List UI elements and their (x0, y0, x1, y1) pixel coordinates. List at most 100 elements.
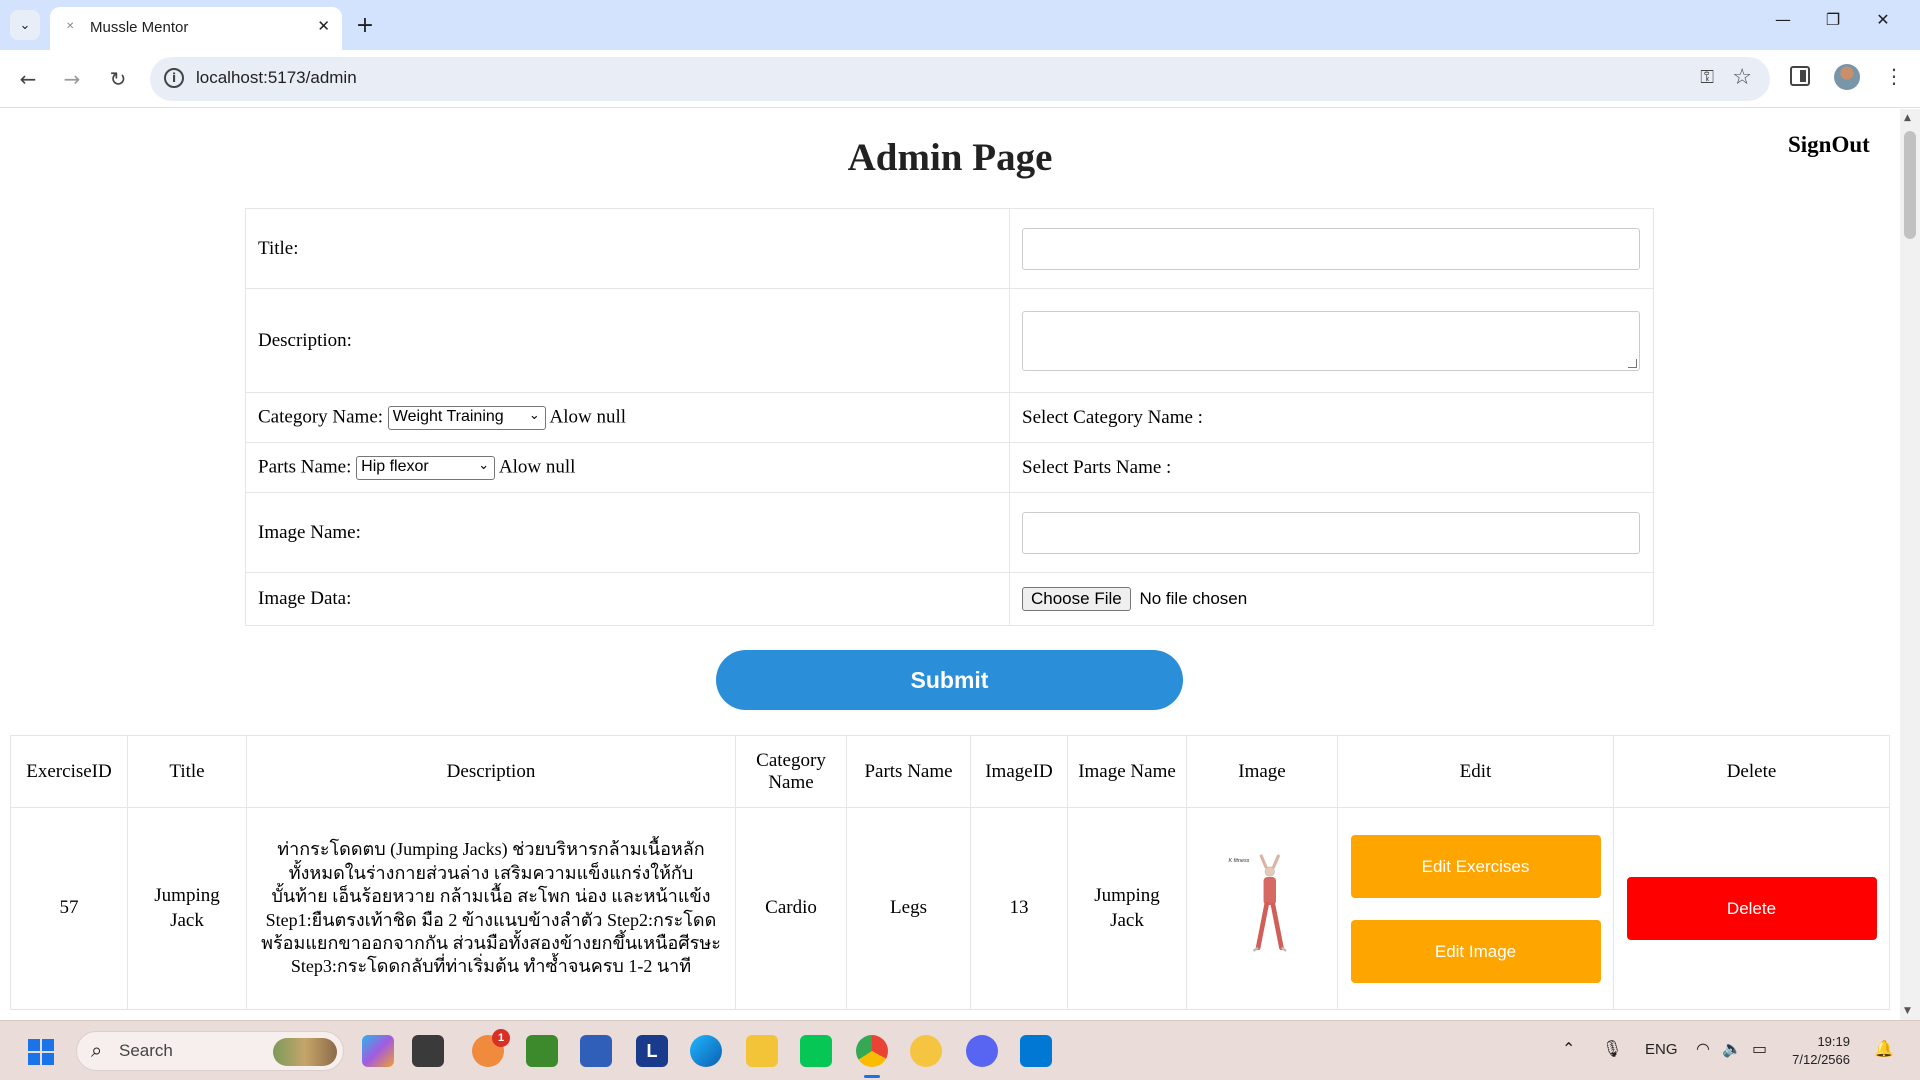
reload-icon[interactable]: ↻ (104, 65, 132, 93)
taskbar: ⌕ Search 1 L ⌃ 🎙 ENG ◠ 🔈 ▭ 19:19 7/12/25… (0, 1020, 1920, 1080)
battery-icon[interactable]: ▭ (1752, 1039, 1767, 1058)
pdf-app-icon[interactable] (910, 1035, 942, 1067)
file-explorer-icon[interactable] (746, 1035, 778, 1067)
microphone-icon[interactable]: 🎙 (1602, 1039, 1622, 1058)
parts-select[interactable]: Hip flexor ⌄ (356, 455, 496, 480)
chevron-down-icon: ⌄ (478, 457, 490, 473)
chrome-icon[interactable] (856, 1035, 888, 1067)
task-view-icon[interactable] (412, 1035, 444, 1067)
side-panel-icon[interactable] (1790, 66, 1810, 86)
category-select[interactable]: Weight Training ⌄ (387, 405, 546, 430)
forward-icon[interactable]: → (58, 65, 86, 93)
page-title: Admin Page (847, 136, 1053, 179)
cell-title: Jumping Jack (127, 807, 247, 1010)
vscode-icon[interactable] (1020, 1035, 1052, 1067)
choose-file-button[interactable]: Choose File (1022, 587, 1131, 611)
line-icon[interactable] (800, 1035, 832, 1067)
minimize-icon[interactable]: — (1768, 10, 1798, 29)
chevron-down-icon: ⌄ (528, 407, 540, 423)
window-close-icon[interactable]: ✕ (1868, 10, 1898, 29)
language-indicator[interactable]: ENG (1645, 1041, 1678, 1058)
title-input[interactable] (1022, 227, 1640, 270)
image-name-input[interactable] (1022, 511, 1640, 554)
wifi-icon[interactable]: ◠ (1696, 1039, 1710, 1058)
volume-icon[interactable]: 🔈 (1722, 1039, 1742, 1058)
tab-title: Mussle Mentor (90, 19, 189, 36)
parts-selected-value: Hip flexor (361, 457, 429, 475)
search-icon: ⌕ (91, 1038, 103, 1062)
header-category-name: Category Name (735, 735, 847, 808)
discord-icon[interactable] (966, 1035, 998, 1067)
chevron-down-icon: ⌄ (19, 17, 31, 33)
category-selected-value: Weight Training (392, 407, 504, 425)
password-key-icon[interactable]: ⚿ (1700, 67, 1714, 88)
l-app-icon[interactable]: L (636, 1035, 668, 1067)
edge-icon[interactable] (690, 1035, 722, 1067)
scrollbar-thumb[interactable] (1904, 131, 1916, 239)
description-label: Description: (245, 288, 1010, 393)
clock[interactable]: 19:19 7/12/2566 (1780, 1033, 1850, 1069)
scroll-down-icon[interactable]: ▼ (1904, 1006, 1911, 1016)
tray-chevron-up-icon[interactable]: ⌃ (1562, 1039, 1575, 1058)
close-tab-icon[interactable]: ✕ (317, 17, 330, 35)
minecraft-icon[interactable] (526, 1035, 558, 1067)
notification-badge: 1 (492, 1029, 510, 1047)
header-description: Description (246, 735, 736, 808)
address-bar[interactable]: i localhost:5173/admin ⚿ ☆ (150, 57, 1770, 101)
search-highlight-image (273, 1038, 337, 1066)
menu-dots-icon[interactable]: ⋮ (1884, 64, 1904, 88)
back-icon[interactable]: ← (14, 65, 42, 93)
edit-exercises-button[interactable]: Edit Exercises (1350, 834, 1601, 898)
image-name-label: Image Name: (245, 492, 1010, 573)
windows-start-icon[interactable] (28, 1039, 54, 1065)
page-scrollbar[interactable]: ▲ ▼ (1900, 109, 1920, 1020)
image-logo: K fitness (1229, 858, 1250, 864)
parts-allow-null: Alow null (498, 455, 576, 477)
clock-time: 19:19 (1817, 1034, 1850, 1049)
cell-parts-name: Legs (846, 807, 971, 1010)
edit-image-button[interactable]: Edit Image (1350, 919, 1601, 983)
exercise-table: ExerciseID Title Description Category Na… (10, 735, 1890, 1010)
header-image-id: ImageID (970, 735, 1068, 808)
cell-image-name: Jumping Jack (1067, 807, 1187, 1010)
browser-toolbar: ← → ↻ i localhost:5173/admin ⚿ ☆ ⋮ (0, 50, 1920, 108)
bookmark-star-icon[interactable]: ☆ (1732, 65, 1752, 90)
category-label: Category Name: (258, 405, 384, 427)
select-parts-text: Select Parts Name : (1009, 442, 1654, 493)
exercise-form: Title: Description: Category Name: Weigh… (245, 208, 1654, 626)
header-title: Title (127, 735, 247, 808)
header-edit: Edit (1337, 735, 1614, 808)
browser-tab[interactable]: ✕ Mussle Mentor ✕ (50, 7, 342, 50)
header-parts-name: Parts Name (846, 735, 971, 808)
tab-search-button[interactable]: ⌄ (10, 10, 40, 40)
cell-exercise-id: 57 (10, 807, 128, 1010)
cell-edit: Edit Exercises Edit Image (1337, 807, 1614, 1010)
store-icon[interactable] (580, 1035, 612, 1067)
cell-description: ท่ากระโดดตบ (Jumping Jacks) ช่วยบริหารกล… (246, 807, 736, 1010)
header-exercise-id: ExerciseID (10, 735, 128, 808)
header-delete: Delete (1613, 735, 1890, 808)
site-info-icon[interactable]: i (164, 68, 184, 88)
category-row: Category Name: Weight Training ⌄ Alow nu… (245, 392, 1010, 443)
no-file-text: No file chosen (1139, 589, 1248, 608)
restore-icon[interactable]: ❐ (1818, 10, 1848, 29)
category-allow-null: Alow null (549, 405, 627, 427)
table-row: 57 Jumping Jack ท่ากระโดดตบ (Jumping Jac… (10, 807, 1890, 1010)
scroll-up-icon[interactable]: ▲ (1904, 113, 1911, 123)
signout-link[interactable]: SignOut (1788, 132, 1870, 158)
delete-button[interactable]: Delete (1626, 877, 1877, 940)
parts-row: Parts Name: Hip flexor ⌄ Alow null (245, 442, 1010, 493)
app-notification-icon[interactable]: 1 (472, 1029, 510, 1067)
select-category-text: Select Category Name : (1009, 392, 1654, 443)
profile-avatar[interactable] (1834, 64, 1860, 90)
new-tab-button[interactable]: + (350, 10, 380, 40)
description-textarea[interactable] (1022, 310, 1640, 371)
exercise-image: K fitness (1229, 854, 1287, 952)
taskbar-search[interactable]: ⌕ Search (76, 1031, 344, 1071)
header-image: Image (1186, 735, 1338, 808)
url-text[interactable]: localhost:5173/admin (196, 68, 357, 88)
submit-button[interactable]: Submit (716, 650, 1183, 710)
copilot-icon[interactable] (362, 1035, 394, 1067)
cell-category-name: Cardio (735, 807, 847, 1010)
notification-bell-icon[interactable]: 🔔 (1874, 1039, 1894, 1058)
